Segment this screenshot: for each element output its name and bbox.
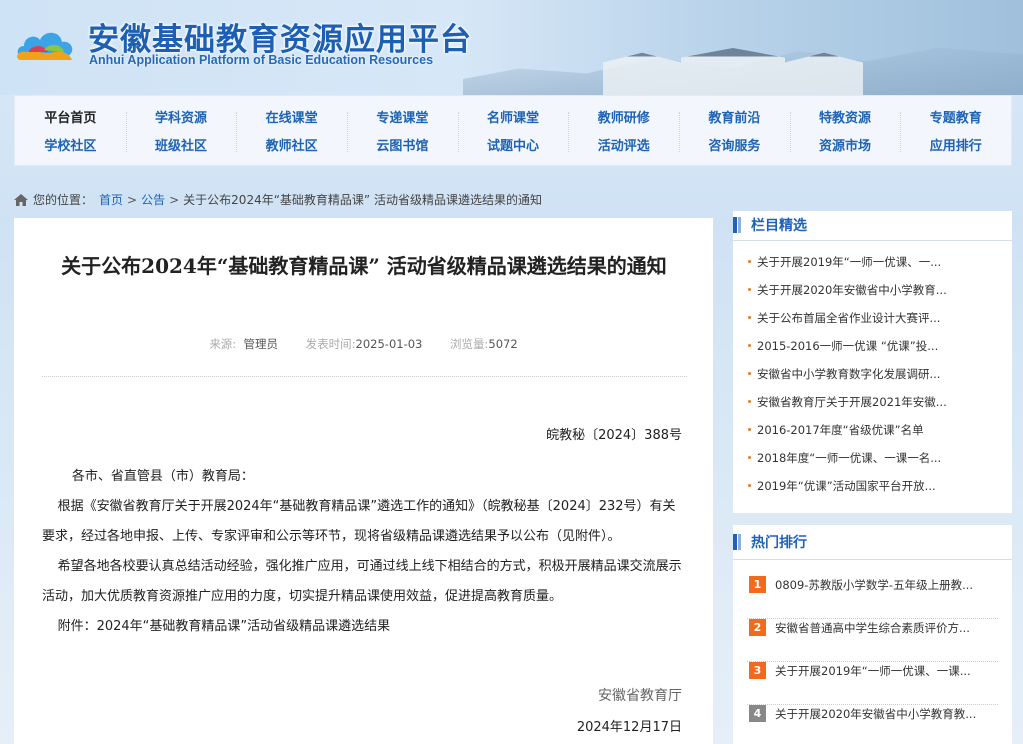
featured-item[interactable]: 2019年“优课”活动国家平台开放...	[733, 478, 1012, 506]
nav-link-class-community[interactable]: 班级社区	[155, 135, 207, 154]
featured-item[interactable]: 关于开展2019年“一师一优课、一...	[733, 254, 1012, 282]
nav-column: 特教资源 资源市场	[789, 96, 901, 165]
nav-column: 名师课堂 试题中心	[457, 96, 569, 165]
hot-item-title[interactable]: 0809-苏教版小学数学-五年级上册教...	[775, 577, 973, 593]
featured-title: 栏目精选	[751, 218, 807, 234]
banner-houses-decoration	[603, 48, 863, 95]
nav-link-subject-resources[interactable]: 学科资源	[155, 107, 207, 126]
rank-badge: 4	[749, 705, 766, 722]
section-marker-icon	[738, 217, 741, 233]
hot-ranking-panel: 热门排行 1 0809-苏教版小学数学-五年级上册教... 2 安徽省普通高中学…	[733, 525, 1012, 744]
hot-header: 热门排行	[733, 525, 1012, 560]
rank-badge: 3	[749, 662, 766, 679]
section-marker-icon	[733, 217, 737, 233]
signature-date: 2024年12月17日	[576, 720, 682, 735]
nav-link-cloud-library[interactable]: 云图书馆	[376, 135, 428, 154]
breadcrumb-section-link[interactable]: 公告	[141, 191, 165, 208]
nav-link-delivery-classroom[interactable]: 专递课堂	[376, 107, 428, 126]
breadcrumb-current: 关于公布2024年“基础教育精品课” 活动省级精品课遴选结果的通知	[183, 193, 542, 207]
nav-link-home[interactable]: 平台首页	[44, 107, 96, 126]
meta-divider	[42, 376, 687, 377]
nav-link-topic-education[interactable]: 专题教育	[930, 107, 982, 126]
hot-item[interactable]: 2 安徽省普通高中学生综合素质评价方...	[747, 619, 998, 662]
featured-item[interactable]: 2015-2016一师一优课 “优课”投...	[733, 338, 1012, 366]
views-value: 5072	[488, 337, 518, 351]
nav-link-question-center[interactable]: 试题中心	[487, 135, 539, 154]
nav-link-education-frontier[interactable]: 教育前沿	[708, 107, 760, 126]
header-banner: 安徽基础教育资源应用平台 Anhui Application Platform …	[0, 0, 1023, 95]
breadcrumb-home-link[interactable]: 首页	[99, 191, 123, 208]
source-label: 来源:	[209, 337, 237, 351]
hot-item[interactable]: 4 关于开展2020年安徽省中小学教育教...	[747, 705, 998, 744]
article-panel: 关于公布2024年“基础教育精品课” 活动省级精品课遴选结果的通知 来源: 管理…	[14, 218, 713, 744]
nav-link-resource-market[interactable]: 资源市场	[819, 135, 871, 154]
hot-list: 1 0809-苏教版小学数学-五年级上册教... 2 安徽省普通高中学生综合素质…	[733, 560, 1012, 744]
featured-item[interactable]: 安徽省中小学教育数字化发展调研...	[733, 366, 1012, 394]
document-number: 皖教秘〔2024〕388号	[546, 428, 682, 443]
featured-item[interactable]: 关于开展2020年安徽省中小学教育...	[733, 282, 1012, 310]
salutation: 各市、省直管县（市）教育局：	[71, 469, 254, 484]
hot-item-title[interactable]: 安徽省普通高中学生综合素质评价方...	[775, 620, 970, 636]
featured-item[interactable]: 关于公布首届全省作业设计大赛评...	[733, 310, 1012, 338]
breadcrumb-prefix: 您的位置：	[33, 193, 94, 207]
nav-column: 平台首页 学校社区	[15, 96, 126, 165]
paragraph-1: 根据《安徽省教育厅关于开展2024年“基础教育精品课”遴选工作的通知》（皖教秘基…	[42, 499, 676, 544]
featured-item[interactable]: 安徽省教育厅关于开展2021年安徽...	[733, 394, 1012, 422]
breadcrumb: 您的位置： 首页 > 公告 > 关于公布2024年“基础教育精品课” 活动省级精…	[14, 191, 542, 208]
attachment-line[interactable]: 附件：2024年“基础教育精品课”活动省级精品课遴选结果	[42, 612, 687, 642]
paragraph-2: 希望各地各校要认真总结活动经验，强化推广应用，可通过线上线下相结合的方式，积极开…	[42, 559, 682, 604]
featured-list: 关于开展2019年“一师一优课、一... 关于开展2020年安徽省中小学教育..…	[733, 241, 1012, 513]
section-marker-icon	[733, 534, 737, 550]
site-subtitle: Anhui Application Platform of Basic Educ…	[89, 53, 434, 67]
signature-organization: 安徽省教育厅	[598, 688, 682, 704]
featured-header: 栏目精选	[733, 211, 1012, 241]
nav-column: 专题教育 应用排行	[900, 96, 1011, 165]
hot-item-title[interactable]: 关于开展2019年“一师一优课、一课...	[775, 663, 971, 679]
breadcrumb-separator: >	[169, 192, 180, 207]
time-value: 2025-01-03	[355, 337, 423, 351]
time-label: 发表时间:	[305, 337, 356, 351]
nav-link-teacher-training[interactable]: 教师研修	[598, 107, 650, 126]
nav-link-famous-teacher[interactable]: 名师课堂	[487, 107, 539, 126]
nav-link-online-classroom[interactable]: 在线课堂	[266, 107, 318, 126]
nav-column: 在线课堂 教师社区	[236, 96, 347, 165]
featured-item[interactable]: 2016-2017年度“省级优课”名单	[733, 422, 1012, 450]
nav-link-activity-selection[interactable]: 活动评选	[598, 135, 650, 154]
breadcrumb-separator: >	[127, 192, 138, 207]
rank-badge: 1	[749, 576, 766, 593]
hot-title: 热门排行	[751, 535, 807, 551]
nav-link-school-community[interactable]: 学校社区	[44, 135, 96, 154]
nav-column: 专递课堂 云图书馆	[347, 96, 458, 165]
article-meta: 来源: 管理员 发表时间:2025-01-03 浏览量:5072	[14, 336, 713, 352]
source-value: 管理员	[243, 337, 279, 351]
featured-item[interactable]: 2018年度“一师一优课、一课一名...	[733, 450, 1012, 478]
nav-link-teacher-community[interactable]: 教师社区	[266, 135, 318, 154]
hot-item[interactable]: 1 0809-苏教版小学数学-五年级上册教...	[747, 576, 998, 619]
section-marker-icon	[738, 534, 741, 550]
featured-panel: 栏目精选 关于开展2019年“一师一优课、一... 关于开展2020年安徽省中小…	[733, 211, 1012, 513]
views-label: 浏览量:	[450, 337, 489, 351]
nav-link-special-education[interactable]: 特教资源	[819, 107, 871, 126]
nav-column: 学科资源 班级社区	[125, 96, 237, 165]
rank-badge: 2	[749, 619, 766, 636]
article-title: 关于公布2024年“基础教育精品课” 活动省级精品课遴选结果的通知	[61, 254, 667, 278]
hot-item-title[interactable]: 关于开展2020年安徽省中小学教育教...	[775, 706, 976, 722]
article-body: 各市、省直管县（市）教育局： 根据《安徽省教育厅关于开展2024年“基础教育精品…	[42, 462, 687, 642]
nav-link-app-ranking[interactable]: 应用排行	[930, 135, 982, 154]
nav-column: 教师研修 活动评选	[568, 96, 679, 165]
home-icon	[14, 193, 28, 206]
platform-logo-icon[interactable]	[14, 22, 78, 66]
nav-column: 教育前沿 咨询服务	[679, 96, 790, 165]
hot-item[interactable]: 3 关于开展2019年“一师一优课、一课...	[747, 662, 998, 705]
nav-link-consulting-service[interactable]: 咨询服务	[708, 135, 760, 154]
main-nav: 平台首页 学校社区 学科资源 班级社区 在线课堂 教师社区 专递课堂 云图书馆 …	[14, 95, 1012, 166]
